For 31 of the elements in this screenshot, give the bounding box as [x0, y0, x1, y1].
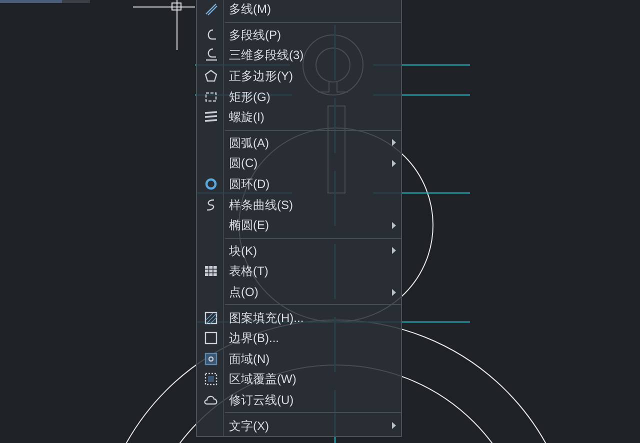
- menu-item[interactable]: 图案填充(H)...: [197, 307, 401, 328]
- polyline-icon: [204, 48, 218, 62]
- menu-item[interactable]: 样条曲线(S): [197, 194, 401, 215]
- region-icon: [204, 352, 218, 366]
- menu-item[interactable]: 面域(N): [197, 348, 401, 370]
- menu-item[interactable]: 螺旋(I): [197, 106, 401, 128]
- menu-item[interactable]: 修订云线(U): [197, 390, 401, 410]
- menu-item[interactable]: 多段线(P): [197, 24, 401, 46]
- menu-item[interactable]: 椭圆(E): [197, 214, 401, 236]
- helix-icon: [204, 110, 218, 124]
- hatch-icon: [204, 310, 218, 325]
- menu-item[interactable]: 块(K): [197, 240, 401, 262]
- menu-item[interactable]: 区域覆盖(W): [197, 369, 401, 390]
- menu-item[interactable]: 文字(X): [197, 415, 401, 436]
- menu-item[interactable]: 边界(B)...: [197, 328, 401, 348]
- wipeout-icon: [204, 372, 218, 386]
- menu-item[interactable]: 三维多段线(3): [197, 45, 401, 66]
- square-icon: [204, 331, 218, 346]
- ring-icon: [204, 177, 218, 192]
- rectangle-icon: [204, 90, 218, 104]
- menu-item[interactable]: 多线(M): [197, 0, 401, 20]
- menu-item[interactable]: 圆弧(A): [197, 132, 401, 154]
- menu-item[interactable]: 表格(T): [197, 261, 401, 282]
- menu-item[interactable]: 矩形(G): [197, 86, 401, 107]
- line-icon: [204, 2, 218, 16]
- menu-item[interactable]: 圆(C): [197, 153, 401, 174]
- menu-item[interactable]: 点(O): [197, 282, 401, 302]
- table-icon: [204, 264, 218, 278]
- menu-item[interactable]: 正多边形(Y): [197, 66, 401, 86]
- menu-item[interactable]: 圆环(D): [197, 174, 401, 194]
- pentagon-icon: [204, 69, 218, 84]
